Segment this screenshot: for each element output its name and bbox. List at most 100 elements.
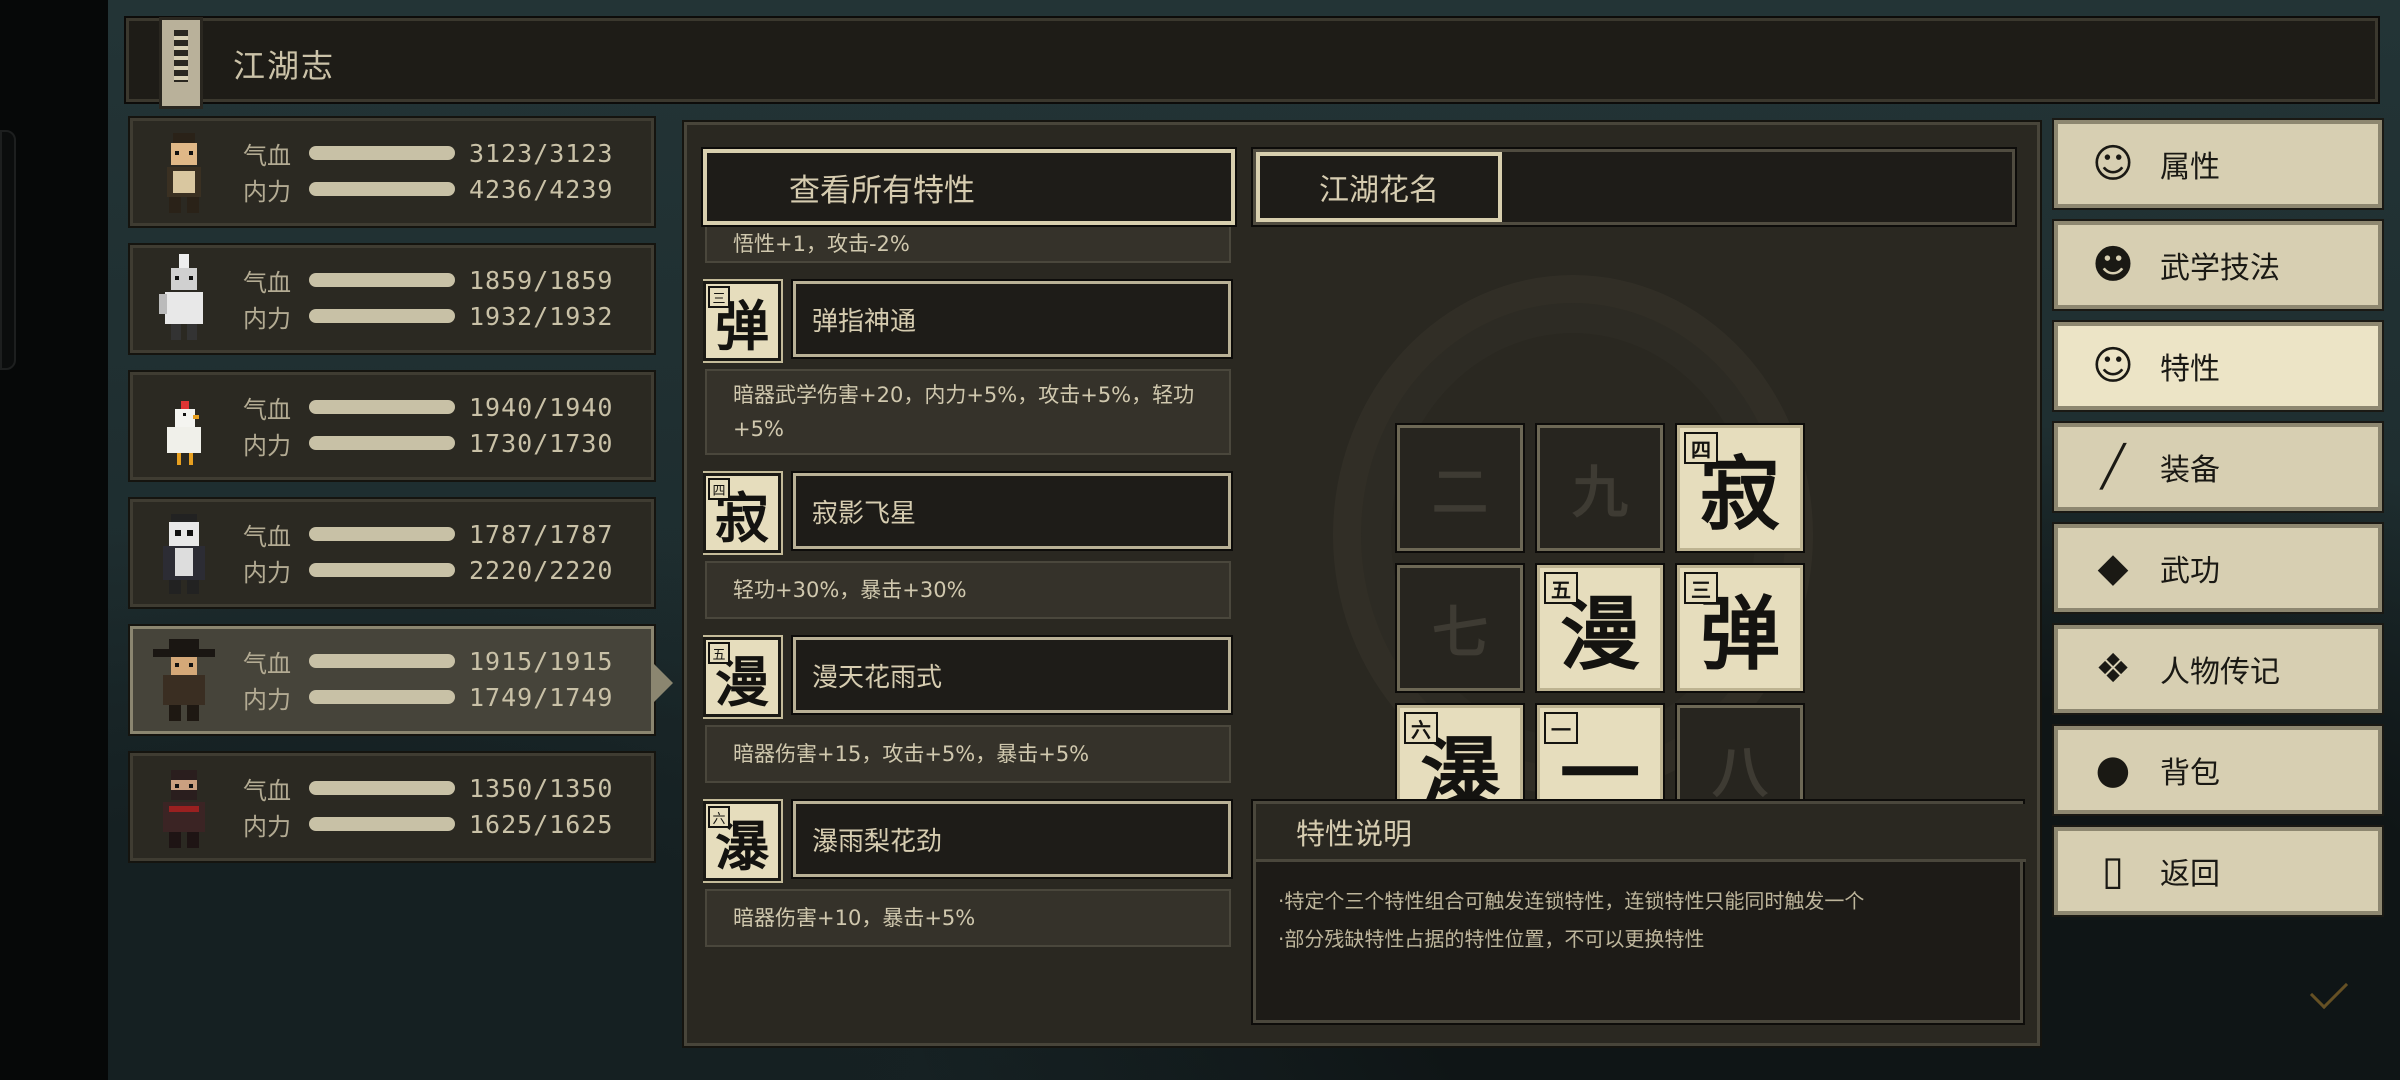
menu-label: 属性 <box>2160 150 2220 185</box>
traits-panel: 悟性+1，攻击-2% 三 弹 弹指神通 暗器武学伤害+20，内力+5%，攻击+5… <box>682 120 2042 1048</box>
hp-bar <box>309 654 455 668</box>
view-all-traits-button[interactable]: 查看所有特性 <box>701 147 1237 227</box>
trait-slot[interactable]: 五漫 <box>1535 563 1665 693</box>
hp-label: 气血 <box>243 776 291 805</box>
hp-label: 气血 <box>243 141 291 170</box>
menu-label: 武学技法 <box>2160 251 2280 286</box>
left-black-strip <box>0 0 108 1080</box>
avatar <box>163 514 205 594</box>
menu-inventory[interactable]: ● 背包 <box>2052 724 2384 816</box>
mp-label: 内力 <box>243 304 291 333</box>
party-member-1[interactable]: 气血 3123/3123 内力 4236/4239 <box>128 116 656 228</box>
side-menu: ☺ 属性 ☻ 武学技法 ☺ 特性 ╱ 装备 ◆ 武功 ❖ 人物传记 ● 背包 ▯… <box>2052 118 2384 928</box>
trait-desc-text: 暗器伤害+10，暴击+5% <box>733 906 976 930</box>
mp-label: 内力 <box>243 812 291 841</box>
menu-kungfu[interactable]: ◆ 武功 <box>2052 522 2384 614</box>
mp-value: 1932/1932 <box>469 301 614 331</box>
hp-value: 1859/1859 <box>469 265 614 295</box>
tab-nickname[interactable]: 江湖花名 <box>1256 152 1502 222</box>
hp-bar <box>309 781 455 795</box>
trait-desc-text: 暗器武学伤害+20，内力+5%，攻击+5%，轻功+5% <box>733 383 1195 441</box>
party-member-6[interactable]: 气血 1350/1350 内力 1625/1625 <box>128 751 656 863</box>
martial-skill-icon: ☻ <box>2092 242 2134 288</box>
mp-value: 1730/1730 <box>469 428 614 458</box>
menu-equipment[interactable]: ╱ 装备 <box>2052 421 2384 513</box>
mp-bar <box>309 563 455 577</box>
menu-attributes[interactable]: ☺ 属性 <box>2052 118 2384 210</box>
trait-slot-number: 六 <box>708 806 730 828</box>
trait-name: 弹指神通 <box>791 279 1233 359</box>
page-title: 江湖志 <box>233 47 336 85</box>
trait-slot[interactable]: 三弹 <box>1675 563 1805 693</box>
slot-number: 六 <box>1404 712 1438 744</box>
mp-label: 内力 <box>243 177 291 206</box>
trait-item-3[interactable]: 三 弹 弹指神通 <box>703 279 1235 363</box>
party-member-5-selected[interactable]: 气血 1915/1915 内力 1749/1749 <box>128 624 673 736</box>
hp-row: 气血 1350/1350 <box>243 774 613 805</box>
trait-glyph: 六 瀑 <box>703 799 783 883</box>
hp-bar <box>309 146 455 160</box>
description-line: ·部分残缺特性占据的特性位置，不可以更换特性 <box>1278 927 1705 951</box>
hp-value: 1787/1787 <box>469 519 614 549</box>
hp-row: 气血 1787/1787 <box>243 519 614 551</box>
slot-glyph: 九 <box>1572 459 1628 526</box>
menu-label: 特性 <box>2160 352 2220 387</box>
mp-bar <box>309 690 455 704</box>
description-line: ·特定个三个特性组合可触发连锁特性，连锁特性只能同时触发一个 <box>1278 889 1865 913</box>
title-bar: 江湖志 <box>124 16 2380 109</box>
mp-bar <box>309 817 455 831</box>
menu-martial-skills[interactable]: ☻ 武学技法 <box>2052 219 2384 311</box>
chicken-avatar <box>167 401 201 465</box>
party-member-4[interactable]: 气血 1787/1787 内力 2220/2220 <box>128 497 656 609</box>
hp-bar <box>309 527 455 541</box>
hp-value: 3123/3123 <box>469 138 614 168</box>
mp-bar <box>309 436 455 450</box>
hp-row: 气血 1859/1859 <box>243 265 614 297</box>
party-member-3[interactable]: 气血 1940/1940 内力 1730/1730 <box>128 370 656 482</box>
description-lines: ·特定个三个特性组合可触发连锁特性，连锁特性只能同时触发一个 ·部分残缺特性占据… <box>1278 882 1864 958</box>
trait-icon: ☺ <box>2092 343 2134 389</box>
hp-label: 气血 <box>243 395 291 424</box>
avatar <box>159 254 203 340</box>
mp-row: 内力 1932/1932 <box>243 301 614 333</box>
trait-item-4[interactable]: 四 寂 寂影飞星 <box>703 471 1235 555</box>
menu-label: 装备 <box>2160 453 2220 488</box>
trait-description-box: 特性说明 ·特定个三个特性组合可触发连锁特性，连锁特性只能同时触发一个 ·部分残… <box>1251 799 2026 1025</box>
menu-traits[interactable]: ☺ 特性 <box>2052 320 2384 412</box>
trait-glyph: 五 漫 <box>703 635 783 719</box>
avatar <box>167 133 201 213</box>
mp-label: 内力 <box>243 685 291 714</box>
sword-icon: ╱ <box>2100 444 2126 490</box>
trait-list[interactable]: 悟性+1，攻击-2% 三 弹 弹指神通 暗器武学伤害+20，内力+5%，攻击+5… <box>703 225 1235 1025</box>
mp-value: 1749/1749 <box>469 682 614 712</box>
bag-icon: ● <box>2095 747 2131 793</box>
mp-row: 内力 1730/1730 <box>243 428 614 460</box>
trait-slot[interactable]: 四寂 <box>1675 423 1805 553</box>
trait-desc: 暗器伤害+15，攻击+5%，暴击+5% <box>705 725 1231 783</box>
slot-glyph: 七 <box>1432 599 1488 666</box>
trait-slot[interactable]: 九 <box>1535 423 1665 553</box>
trait-slot[interactable]: 二 <box>1395 423 1525 553</box>
character-icon: ☺ <box>2092 141 2134 187</box>
mp-value: 1625/1625 <box>469 809 614 839</box>
trait-slot[interactable]: 七 <box>1395 563 1525 693</box>
side-pill-handle <box>0 130 16 370</box>
menu-label: 返回 <box>2160 857 2220 892</box>
avatar <box>153 639 215 721</box>
trait-item-5[interactable]: 五 漫 漫天花雨式 <box>703 635 1235 719</box>
trait-slot-number: 五 <box>708 642 730 664</box>
menu-back[interactable]: ▯ 返回 <box>2052 825 2384 917</box>
slot-number: 三 <box>1684 572 1718 604</box>
trait-desc: 暗器武学伤害+20，内力+5%，攻击+5%，轻功+5% <box>705 369 1231 455</box>
slot-number: 五 <box>1544 572 1578 604</box>
mp-bar <box>309 309 455 323</box>
door-icon: ▯ <box>2101 848 2124 894</box>
party-member-2[interactable]: 气血 1859/1859 内力 1932/1932 <box>128 243 656 355</box>
hp-row: 气血 3123/3123 <box>243 138 614 170</box>
avatar <box>163 770 205 848</box>
slot-glyph: 八 <box>1712 739 1768 806</box>
trait-item-6[interactable]: 六 瀑 瀑雨梨花劲 <box>703 799 1235 883</box>
menu-biography[interactable]: ❖ 人物传记 <box>2052 623 2384 715</box>
hp-row: 气血 1915/1915 <box>243 647 613 678</box>
hp-label: 气血 <box>243 268 291 297</box>
